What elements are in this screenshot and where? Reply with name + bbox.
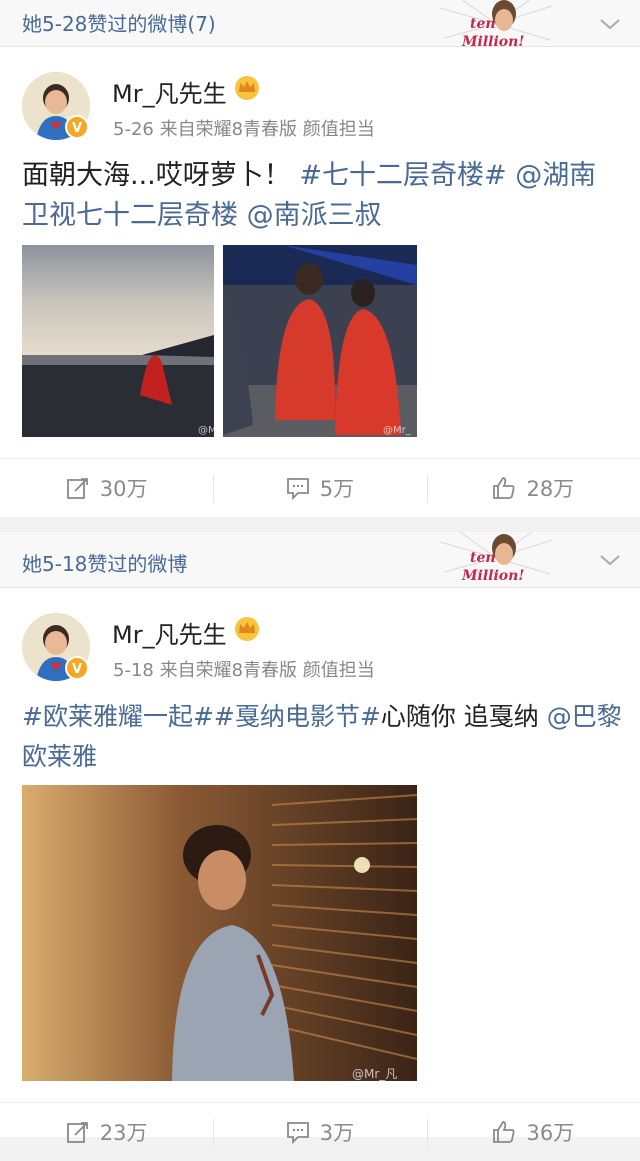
- image-watermark: @Mr: [198, 425, 214, 436]
- post-image-1[interactable]: @Mr: [22, 245, 214, 437]
- topic-link[interactable]: #七十二层奇楼#: [299, 160, 506, 191]
- action-bar: 30万 5万 28万: [0, 458, 640, 517]
- badge-text-1: ten: [470, 550, 496, 566]
- ten-million-badge: ten Million!: [440, 532, 552, 584]
- liked-section-header: 她5-28赞过的微博(7) ten Million!: [0, 0, 640, 50]
- topic-link[interactable]: #戛纳电影节#: [214, 702, 381, 731]
- action-bar: 23万 3万 36万: [0, 1102, 640, 1161]
- repost-icon: [66, 1122, 88, 1143]
- weibo-post-card[interactable]: V Mr_凡先生 5-26 来自荣耀8青春版 颜值担当 面朝大海...哎呀萝卜！…: [0, 47, 640, 517]
- like-button[interactable]: 36万: [426, 1103, 640, 1161]
- repost-button[interactable]: 23万: [0, 1103, 213, 1161]
- post-meta: 5-26 来自荣耀8青春版 颜值担当: [113, 119, 375, 140]
- username[interactable]: Mr_凡先生: [112, 74, 227, 109]
- post-text: 面朝大海...哎呀萝卜！ #七十二层奇楼# @湖南卫视七十二层奇楼 @南派三叔: [22, 156, 622, 236]
- repost-count: 30万: [99, 477, 148, 501]
- comment-button[interactable]: 5万: [213, 459, 426, 517]
- post-image[interactable]: @Mr_凡: [22, 785, 417, 1081]
- like-count: 36万: [526, 1121, 575, 1145]
- comment-icon: [286, 478, 309, 500]
- liked-section-title: 她5-28赞过的微博(7): [22, 12, 216, 36]
- post-text-plain: 面朝大海...哎呀萝卜！: [22, 160, 291, 191]
- crown-icon: [235, 76, 259, 100]
- liked-section-title: 她5-18赞过的微博: [22, 552, 188, 576]
- comment-button[interactable]: 3万: [213, 1103, 426, 1161]
- post-text: #欧莱雅耀一起##戛纳电影节#心随你 追戛纳 @巴黎欧莱雅: [22, 697, 622, 777]
- like-button[interactable]: 28万: [426, 459, 640, 517]
- mention-link[interactable]: @南派三叔: [247, 200, 382, 231]
- image-watermark: @Mr_凡: [352, 1067, 398, 1081]
- post-meta: 5-18 来自荣耀8青春版 颜值担当: [113, 660, 375, 681]
- svg-text:V: V: [72, 662, 82, 677]
- chevron-down-icon[interactable]: [598, 12, 622, 36]
- repost-icon: [66, 478, 88, 499]
- svg-text:V: V: [72, 121, 82, 136]
- like-icon: [493, 1121, 515, 1143]
- crown-icon: [235, 617, 259, 641]
- badge-text-2: Million!: [461, 568, 524, 584]
- liked-section-header: 她5-18赞过的微博 ten Million!: [0, 532, 640, 588]
- topic-link[interactable]: #欧莱雅耀一起#: [22, 702, 214, 731]
- like-count: 28万: [526, 477, 575, 501]
- ten-million-badge: ten Million!: [440, 0, 552, 50]
- post-text-plain: 心随你 追戛纳: [380, 702, 539, 731]
- verified-badge-icon: V: [65, 115, 89, 139]
- username[interactable]: Mr_凡先生: [112, 615, 227, 650]
- verified-badge-icon: V: [65, 656, 89, 680]
- comment-count: 5万: [319, 477, 355, 501]
- badge-text-1: ten: [470, 16, 496, 32]
- chevron-down-icon[interactable]: [598, 548, 622, 572]
- repost-button[interactable]: 30万: [0, 459, 213, 517]
- repost-count: 23万: [99, 1121, 148, 1145]
- weibo-post-card[interactable]: V Mr_凡先生 5-18 来自荣耀8青春版 颜值担当 #欧莱雅耀一起##戛纳电…: [0, 588, 640, 1147]
- image-watermark: @Mr_凡: [383, 425, 411, 436]
- comment-count: 3万: [319, 1121, 355, 1145]
- comment-icon: [286, 1122, 309, 1144]
- like-icon: [493, 477, 515, 499]
- post-image-2[interactable]: @Mr_凡: [223, 245, 417, 437]
